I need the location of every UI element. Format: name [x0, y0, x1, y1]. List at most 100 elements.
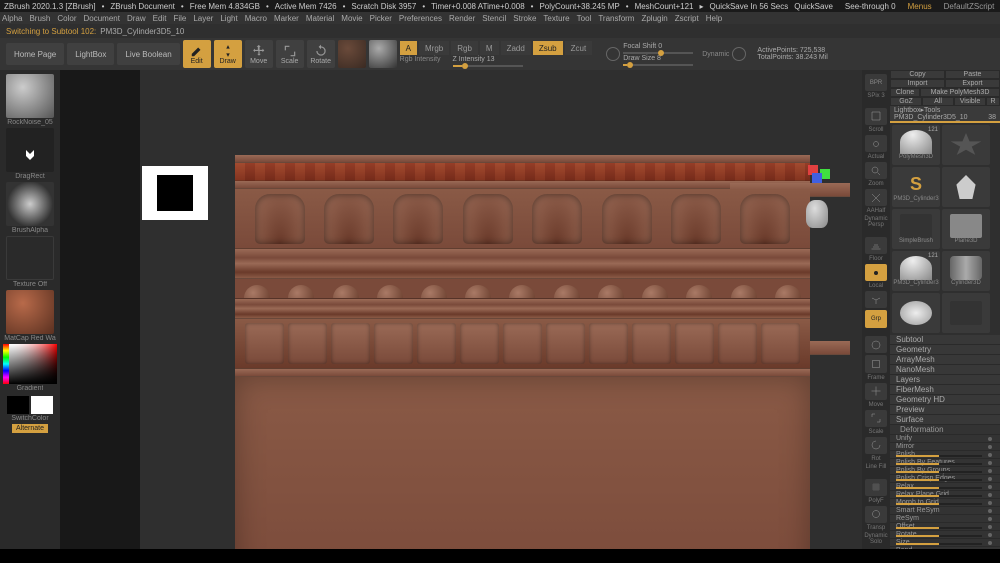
paste-button[interactable]: Paste	[945, 70, 1000, 79]
goz-button[interactable]: GoZ	[890, 97, 922, 106]
actual-button[interactable]	[865, 135, 887, 152]
grp-button[interactable]: Grp	[865, 310, 887, 327]
rot-cam-button[interactable]	[865, 437, 887, 454]
seethrough-slider[interactable]: See-through 0	[845, 2, 896, 11]
swatch-main[interactable]	[7, 396, 29, 414]
move-cam-button[interactable]	[865, 383, 887, 400]
tool-item-8[interactable]	[892, 293, 940, 333]
brush-picker[interactable]: RockNoise_05	[4, 74, 56, 126]
make-polymesh-button[interactable]: Make PolyMesh3D	[920, 88, 1000, 97]
scroll-button[interactable]	[865, 108, 887, 125]
mrgb-button[interactable]: Mrgb	[419, 41, 449, 55]
a-button[interactable]: A	[400, 41, 417, 55]
stroke-picker[interactable]: DragRect	[4, 128, 56, 180]
canvas[interactable]	[60, 70, 862, 549]
transp-button[interactable]	[865, 506, 887, 523]
zoom-button[interactable]	[865, 162, 887, 179]
slider-offset[interactable]: Offset	[890, 523, 1000, 531]
axis-gizmo[interactable]	[800, 165, 832, 197]
menu-picker[interactable]: Picker	[370, 14, 392, 23]
slider-relax[interactable]: Relax	[890, 483, 1000, 491]
model-view[interactable]	[235, 155, 810, 549]
slider-resym[interactable]: ReSym	[890, 515, 1000, 523]
zadd-button[interactable]: Zadd	[501, 41, 531, 55]
menu-color[interactable]: Color	[57, 14, 76, 23]
lightbox-button[interactable]: LightBox	[67, 43, 114, 65]
edit-mode-button[interactable]: Edit	[183, 40, 211, 68]
menu-zscript[interactable]: Zscript	[675, 14, 699, 23]
section-subtool[interactable]: Subtool	[890, 335, 1000, 345]
reference-image[interactable]	[142, 166, 208, 220]
menu-macro[interactable]: Macro	[245, 14, 267, 23]
menu-edit[interactable]: Edit	[153, 14, 167, 23]
dynamic-label[interactable]: Dynamic	[702, 51, 729, 58]
slider-bend[interactable]: Bend	[890, 547, 1000, 549]
z-intensity-slider[interactable]: Z Intensity 13	[453, 56, 523, 67]
tool-item-5[interactable]: Plane3D	[942, 209, 990, 249]
local-button[interactable]	[865, 264, 887, 281]
section-fibermesh[interactable]: FiberMesh	[890, 385, 1000, 395]
slider-rotate[interactable]: Rotate	[890, 531, 1000, 539]
slider-smart-resym[interactable]: Smart ReSym	[890, 507, 1000, 515]
export-button[interactable]: Export	[945, 79, 1000, 88]
alpha-picker[interactable]: BrushAlpha	[4, 182, 56, 234]
focal-toggle[interactable]	[606, 47, 620, 61]
menu-help[interactable]: Help	[706, 14, 722, 23]
scale-mode-button[interactable]: Scale	[276, 40, 304, 68]
m-button[interactable]: M	[480, 41, 499, 55]
section-geometryhd[interactable]: Geometry HD	[890, 395, 1000, 405]
texture-picker[interactable]: Texture Off	[4, 236, 56, 288]
xyz-button[interactable]	[865, 291, 887, 308]
section-arraymesh[interactable]: ArrayMesh	[890, 355, 1000, 365]
menu-tool[interactable]: Tool	[577, 14, 592, 23]
menu-zplugin[interactable]: Zplugin	[641, 14, 667, 23]
clone-button[interactable]: Clone	[890, 88, 920, 97]
slider-polish-groups[interactable]: Polish By Groups	[890, 467, 1000, 475]
slider-morph-grid[interactable]: Morph to Grid	[890, 499, 1000, 507]
menu-alpha[interactable]: Alpha	[2, 14, 22, 23]
tool-item-6[interactable]: 121PM3D_Cylinder3	[892, 251, 940, 291]
section-geometry[interactable]: Geometry	[890, 345, 1000, 355]
tool-item-9[interactable]	[942, 293, 990, 333]
tool-item-4[interactable]: SimpleBrush	[892, 209, 940, 249]
menu-stencil[interactable]: Stencil	[482, 14, 506, 23]
switch-color-button[interactable]: SwitchColor	[11, 415, 48, 422]
zsub-button[interactable]: Zsub	[533, 41, 563, 55]
alternate-button[interactable]: Alternate	[12, 424, 48, 433]
draw-size-slider[interactable]: Draw Size 8	[623, 55, 693, 66]
menu-light[interactable]: Light	[220, 14, 237, 23]
menu-marker[interactable]: Marker	[274, 14, 299, 23]
menu-layer[interactable]: Layer	[193, 14, 213, 23]
slider-polish-features[interactable]: Polish By Features	[890, 459, 1000, 467]
section-nanomesh[interactable]: NanoMesh	[890, 365, 1000, 375]
menu-movie[interactable]: Movie	[341, 14, 362, 23]
tool-item-2[interactable]: SPM3D_Cylinder3	[892, 167, 940, 207]
menus-button[interactable]: Menus	[908, 2, 932, 11]
slider-mirror[interactable]: Mirror	[890, 443, 1000, 451]
quicksave-button[interactable]: QuickSave	[794, 2, 833, 11]
gizmo-button[interactable]	[338, 40, 366, 68]
tool-item-0[interactable]: 121PolyMesh3D	[892, 125, 940, 165]
menu-brush[interactable]: Brush	[29, 14, 50, 23]
focal-shift-slider[interactable]: Focal Shift 0	[623, 43, 693, 54]
menu-preferences[interactable]: Preferences	[399, 14, 442, 23]
spix-label[interactable]: SPix 3	[867, 93, 884, 99]
goz-r-button[interactable]: R	[986, 97, 1000, 106]
live-boolean-button[interactable]: Live Boolean	[117, 43, 179, 65]
xpose-button[interactable]	[865, 336, 887, 353]
scale-cam-button[interactable]	[865, 410, 887, 427]
import-button[interactable]: Import	[890, 79, 945, 88]
slider-unify[interactable]: Unify	[890, 435, 1000, 443]
rotate-mode-button[interactable]: Rotate	[307, 40, 335, 68]
menu-stroke[interactable]: Stroke	[513, 14, 536, 23]
rgb-button[interactable]: Rgb	[451, 41, 478, 55]
draw-mode-button[interactable]: Draw	[214, 40, 242, 68]
camera-head-gizmo[interactable]	[806, 200, 828, 228]
goz-all-button[interactable]: All	[922, 97, 954, 106]
copy-button[interactable]: Copy	[890, 70, 945, 79]
section-surface[interactable]: Surface	[890, 415, 1000, 425]
tool-item-7[interactable]: Cylinder3D	[942, 251, 990, 291]
home-page-button[interactable]: Home Page	[6, 43, 64, 65]
lightbox-tools-button[interactable]: Lightbox▸Tools	[890, 106, 1000, 114]
tool-item-3[interactable]	[942, 167, 990, 207]
